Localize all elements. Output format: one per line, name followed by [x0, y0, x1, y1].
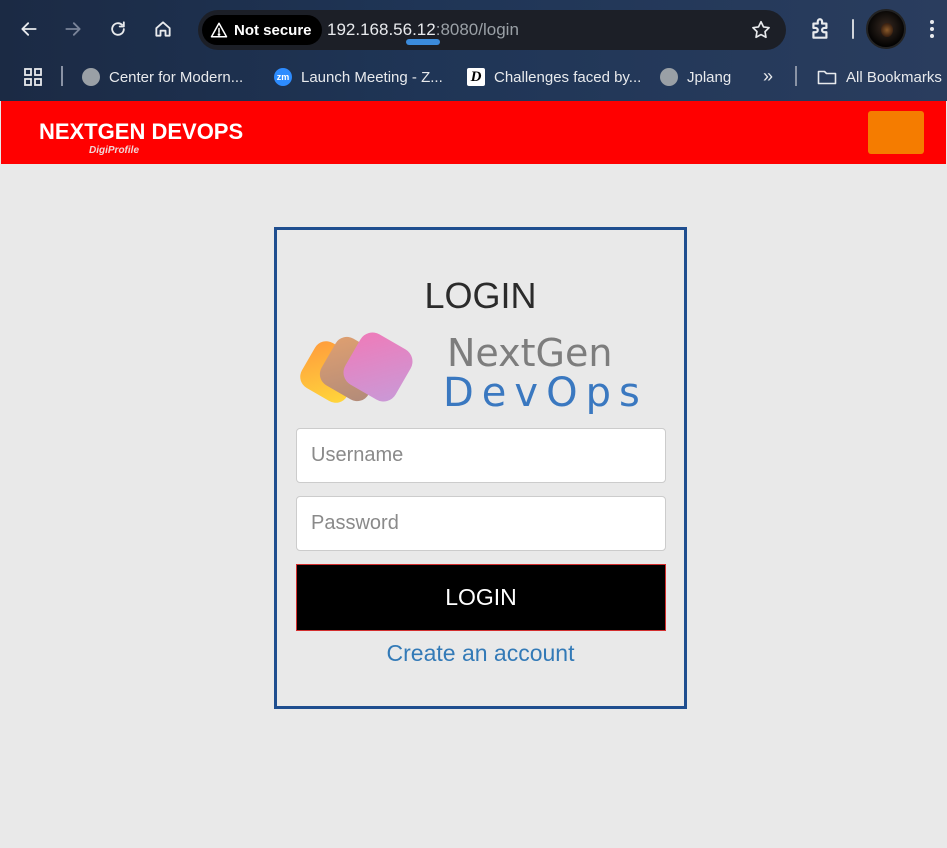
bookmarks-overflow-button[interactable]: » [758, 66, 778, 86]
logo-text-bottom: DevOps [443, 370, 648, 414]
navbar-toggle-button[interactable] [868, 111, 924, 154]
apps-grid-icon[interactable] [23, 67, 43, 87]
arrow-right-icon [65, 22, 81, 36]
bookmark-challenges-faced[interactable]: D Challenges faced by... [467, 64, 641, 90]
profile-avatar[interactable] [866, 9, 906, 49]
login-card: LOGIN NextGen DevOps LOGIN Create an acc… [274, 227, 687, 709]
url-path: :8080/login [435, 20, 519, 39]
bookmark-label: Jplang [687, 68, 732, 86]
home-button[interactable] [148, 14, 178, 44]
zoom-icon: zm [274, 68, 292, 86]
login-button[interactable]: LOGIN [296, 564, 666, 631]
menu-dot-icon [930, 34, 934, 38]
menu-dot-icon [930, 20, 934, 24]
security-indicator[interactable]: Not secure [202, 15, 322, 45]
brand-subtitle: DigiProfile [89, 145, 140, 156]
bookmark-label: Center for Modern... [109, 68, 244, 86]
bookmark-label: Challenges faced by... [494, 68, 642, 86]
site-brand[interactable]: NEXTGEN DEVOPS [39, 119, 243, 145]
globe-icon [660, 68, 678, 86]
toolbar-divider [852, 19, 854, 39]
bookmark-center-for-modern[interactable]: Center for Modern... [82, 64, 243, 90]
warning-icon [210, 22, 228, 38]
d-icon: D [467, 68, 485, 86]
all-bookmarks-button[interactable]: All Bookmarks [817, 64, 942, 90]
nextgen-devops-logo: NextGen DevOps [300, 331, 648, 414]
logo-text-top: NextGen [447, 331, 612, 375]
site-navbar: NEXTGEN DEVOPS DigiProfile [1, 101, 946, 164]
bookmarks-divider [61, 66, 63, 86]
browser-menu-button[interactable] [920, 16, 944, 42]
forward-button[interactable] [58, 14, 88, 44]
web-page: NEXTGEN DEVOPS DigiProfile LOGIN NextGen… [0, 101, 947, 848]
password-field[interactable] [296, 496, 666, 551]
url-host: 192.168.56.12 [327, 20, 436, 39]
bookmark-launch-meeting[interactable]: zm Launch Meeting - Z... [274, 64, 443, 90]
all-bookmarks-label: All Bookmarks [846, 68, 942, 86]
bookmarks-divider [795, 66, 797, 86]
address-bar[interactable]: Not secure 192.168.56.12:8080/login [198, 10, 786, 50]
home-icon [155, 21, 171, 37]
extensions-puzzle-icon[interactable] [808, 16, 834, 42]
folder-icon [817, 70, 837, 85]
browser-chrome: Not secure 192.168.56.12:8080/login Cent… [0, 0, 947, 101]
back-button[interactable] [14, 14, 44, 44]
bookmark-label: Launch Meeting - Z... [301, 68, 443, 86]
url-highlight [406, 39, 440, 45]
globe-icon [82, 68, 100, 86]
create-account-link[interactable]: Create an account [277, 640, 684, 667]
security-label: Not secure [234, 21, 312, 39]
reload-icon [111, 21, 125, 36]
reload-button[interactable] [103, 14, 133, 44]
username-field[interactable] [296, 428, 666, 483]
menu-dot-icon [930, 27, 934, 31]
login-heading: LOGIN [424, 275, 537, 316]
bookmark-jplang[interactable]: Jplang [660, 64, 731, 90]
url-text: 192.168.56.12:8080/login [327, 20, 519, 40]
arrow-left-icon [21, 22, 37, 36]
bookmarks-bar: Center for Modern... zm Launch Meeting -… [0, 58, 947, 96]
browser-toolbar: Not secure 192.168.56.12:8080/login [0, 0, 947, 58]
bookmark-star-icon[interactable] [750, 19, 772, 41]
